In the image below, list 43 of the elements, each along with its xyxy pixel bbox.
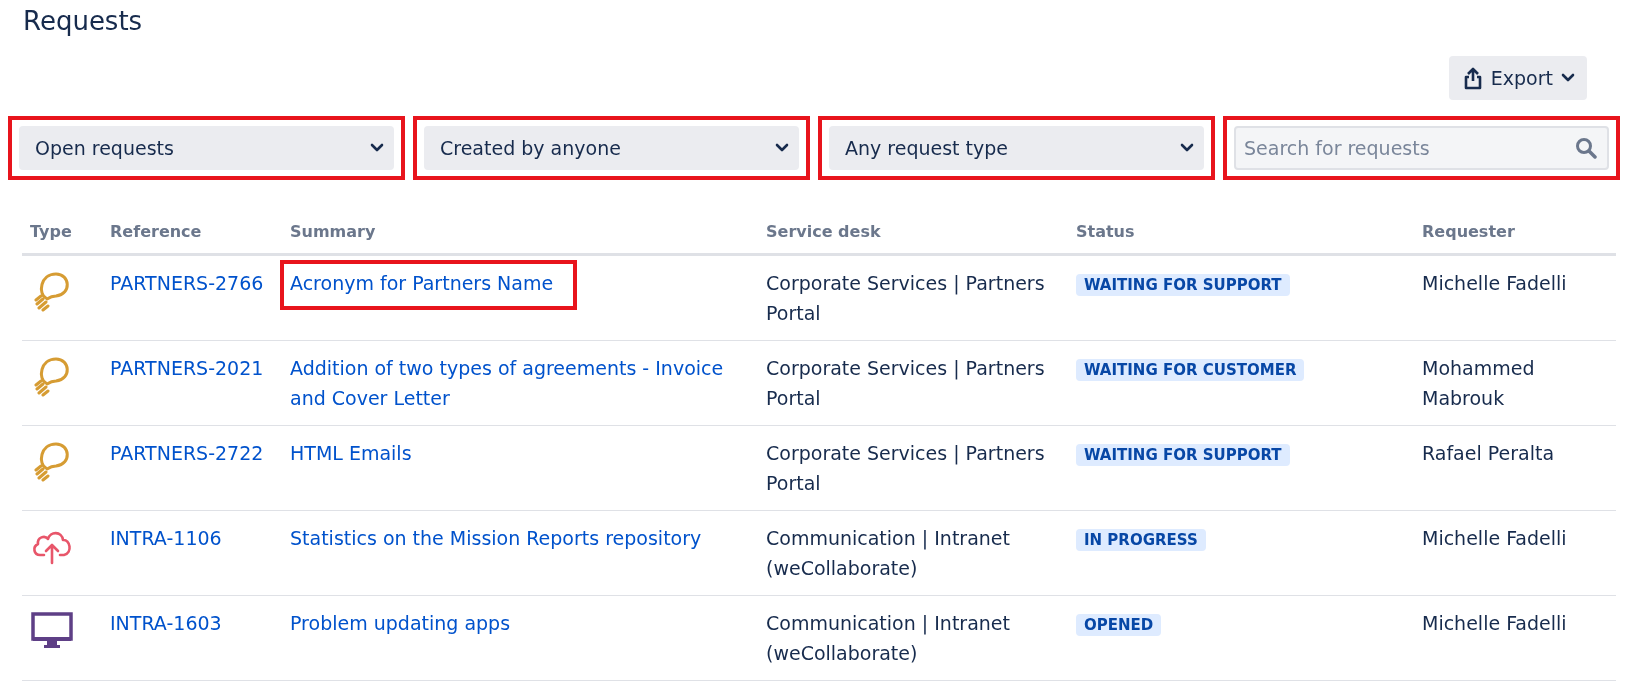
chevron-down-icon xyxy=(775,143,789,153)
column-header: Type xyxy=(22,214,102,255)
filter-dropdown[interactable]: Created by anyone xyxy=(424,126,799,170)
service-desk-text: Corporate Services | Partners Portal xyxy=(766,356,1046,411)
status-lozenge: WAITING FOR SUPPORT xyxy=(1076,444,1290,466)
requester-name: Michelle Fadelli xyxy=(1422,611,1568,636)
column-header: Status xyxy=(1068,214,1414,255)
summary-link[interactable]: HTML Emails xyxy=(290,438,412,468)
status-lozenge: IN PROGRESS xyxy=(1076,529,1206,551)
summary-link[interactable]: Statistics on the Mission Reports repository xyxy=(290,523,702,553)
reference-link[interactable]: PARTNERS-2021 xyxy=(110,353,264,383)
column-header: Service desk xyxy=(758,214,1068,255)
reference-link[interactable]: INTRA-1603 xyxy=(110,608,222,638)
column-header: Reference xyxy=(102,214,282,255)
chevron-down-icon xyxy=(1180,143,1194,153)
export-button[interactable]: Export xyxy=(1448,56,1587,100)
requester-name: Mohammed Mabrouk xyxy=(1422,356,1536,411)
summary-link[interactable]: Addition of two types of agreements - Invoice and Cover Letter xyxy=(290,353,726,413)
chevron-down-icon xyxy=(370,143,384,153)
status-lozenge: WAITING FOR CUSTOMER xyxy=(1076,359,1305,381)
filter-dropdown[interactable]: Open requests xyxy=(19,126,394,170)
filter-dropdown[interactable]: Any request type xyxy=(829,126,1204,170)
chevron-down-icon xyxy=(1561,73,1575,83)
status-lozenge: OPENED xyxy=(1076,614,1162,636)
reference-link[interactable]: PARTNERS-2766 xyxy=(110,268,264,298)
requester-name: Rafael Peralta xyxy=(1422,441,1556,466)
status-lozenge: WAITING FOR SUPPORT xyxy=(1076,274,1290,296)
service-desk-text: Corporate Services | Partners Portal xyxy=(766,441,1046,496)
requester-name: Michelle Fadelli xyxy=(1422,271,1568,296)
search-icon xyxy=(1575,137,1597,159)
search-field[interactable]: Search for requests xyxy=(1234,126,1609,170)
service-desk-text: Communication | Intranet (weCollaborate) xyxy=(766,611,1011,666)
reference-link[interactable]: PARTNERS-2722 xyxy=(110,438,264,468)
column-header: Requester xyxy=(1414,214,1616,255)
page-title: Requests xyxy=(23,5,144,38)
summary-link[interactable]: Acronym for Partners Name xyxy=(290,268,554,298)
service-desk-text: Corporate Services | Partners Portal xyxy=(766,271,1046,326)
service-desk-text: Communication | Intranet (weCollaborate) xyxy=(766,526,1011,581)
column-header: Summary xyxy=(282,214,758,255)
requester-name: Michelle Fadelli xyxy=(1422,526,1568,551)
summary-link[interactable]: Problem updating apps xyxy=(290,608,511,638)
share-icon xyxy=(1462,66,1483,90)
reference-link[interactable]: INTRA-1106 xyxy=(110,523,222,553)
